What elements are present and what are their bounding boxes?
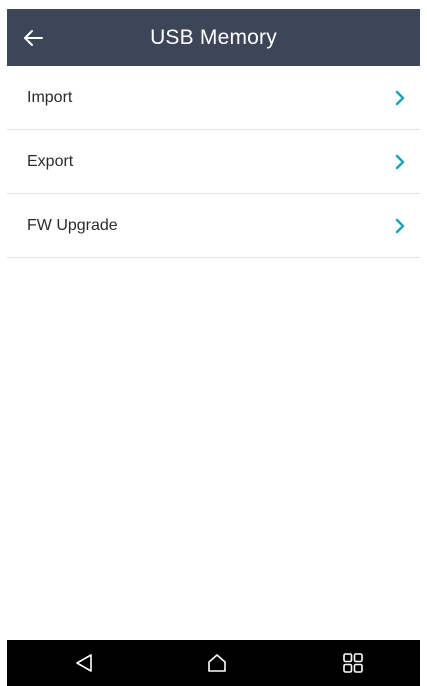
nav-home-icon [208,654,226,672]
menu-item-label: FW Upgrade [27,217,118,234]
menu-item-import[interactable]: Import [7,66,420,130]
menu-item-label: Export [27,153,74,170]
menu-item-label: Import [27,89,73,106]
menu-list: Import Export FW Upgrade [7,66,420,258]
nav-back-icon [76,654,92,672]
nav-recent-apps-button[interactable] [341,651,365,675]
navigation-bar [7,640,420,686]
nav-home-button[interactable] [205,651,229,675]
menu-item-fw-upgrade[interactable]: FW Upgrade [7,194,420,258]
chevron-right-icon [395,218,405,234]
chevron-right-icon [395,154,405,170]
page-title: USB Memory [150,26,277,49]
menu-item-export[interactable]: Export [7,130,420,194]
app-bar: USB Memory [7,9,420,66]
chevron-right-icon [395,90,405,106]
nav-back-button[interactable] [72,651,96,675]
nav-recent-apps-icon [343,653,363,673]
